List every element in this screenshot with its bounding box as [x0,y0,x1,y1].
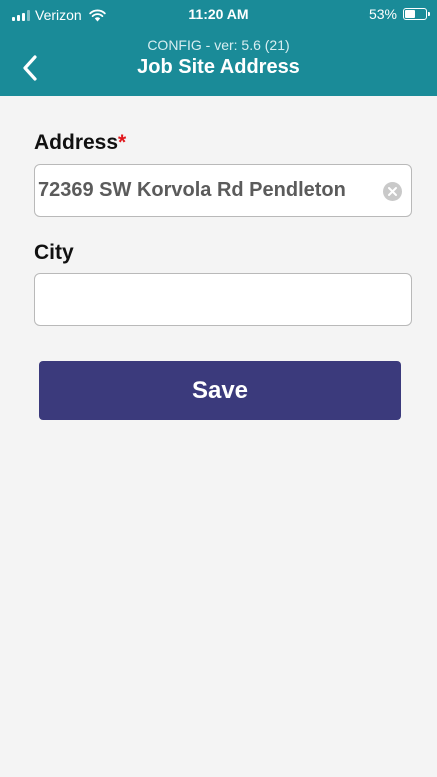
city-input[interactable] [35,274,411,325]
address-label-text: Address [34,131,119,154]
address-field-container [34,164,412,217]
close-icon [388,187,397,196]
app-header: Verizon 11:20 AM 53% CONFIG - ver: 5.6 (… [0,0,437,96]
city-field-container [34,273,412,326]
battery-percent: 53% [368,6,397,22]
city-label-text: City [34,241,74,264]
status-bar: Verizon 11:20 AM 53% [0,0,437,28]
save-button[interactable]: Save [39,361,401,420]
required-marker: * [118,131,127,154]
page-title: Job Site Address [137,56,300,78]
address-label: Address* [34,131,126,155]
version-label: CONFIG - ver: 5.6 (21) [147,37,290,53]
clear-circle-icon[interactable] [383,182,402,201]
battery-level-fill [405,10,415,18]
address-input[interactable] [35,165,411,216]
city-label: City [34,241,74,265]
battery-icon [403,8,430,20]
status-right: 53% [368,6,430,22]
